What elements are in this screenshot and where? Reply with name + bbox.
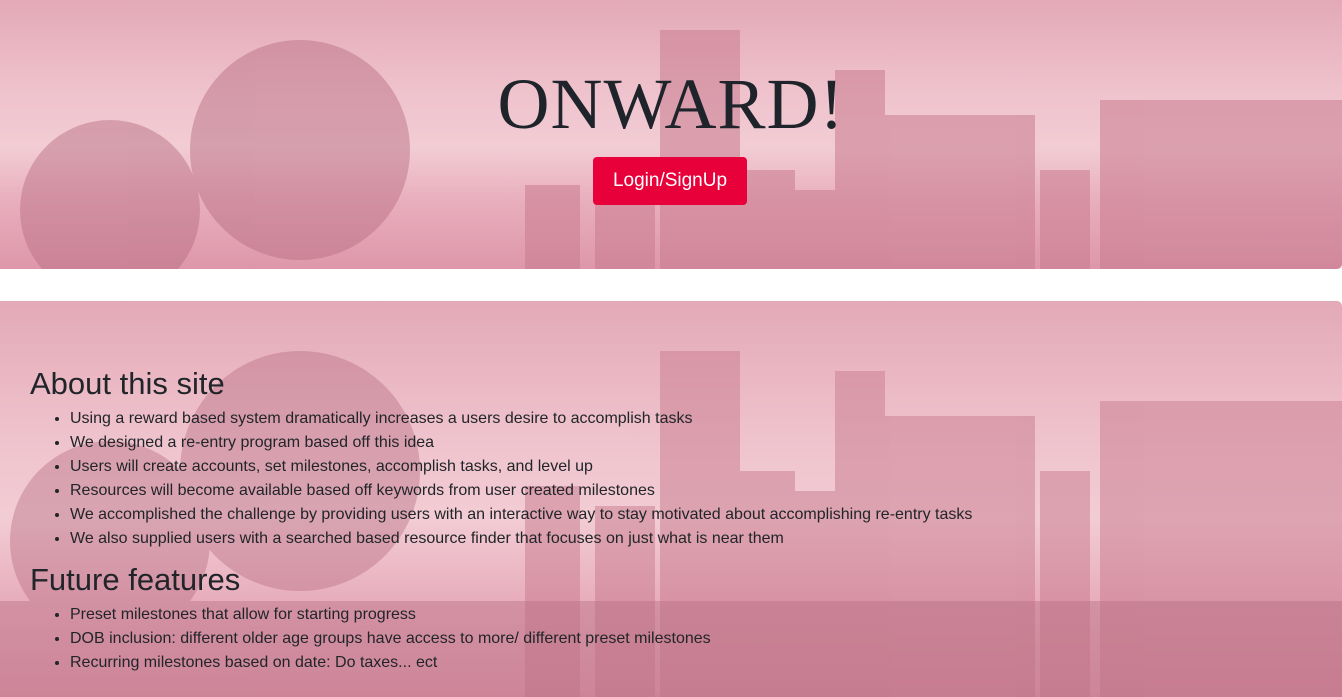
future-features-list: Preset milestones that allow for startin…: [30, 603, 1130, 675]
about-content: About this site Using a reward based sys…: [30, 365, 1130, 685]
future-features-heading: Future features: [30, 562, 241, 597]
list-item: We accomplished the challenge by providi…: [70, 503, 1130, 527]
about-heading: About this site: [30, 366, 225, 401]
about-section: About this site Using a reward based sys…: [0, 301, 1342, 697]
about-list: Using a reward based system dramatically…: [30, 407, 1130, 551]
list-item: Users will create accounts, set mileston…: [70, 455, 1130, 479]
list-item: Preset milestones that allow for startin…: [70, 603, 1130, 627]
page-title: ONWARD!: [497, 64, 845, 144]
list-item: DOB inclusion: different older age group…: [70, 627, 1130, 651]
list-item: Recurring milestones based on date: Do t…: [70, 651, 1130, 675]
login-signup-button[interactable]: Login/SignUp: [593, 157, 747, 205]
list-item: Using a reward based system dramatically…: [70, 407, 1130, 431]
list-item: Resources will become available based of…: [70, 479, 1130, 503]
list-item: We also supplied users with a searched b…: [70, 527, 1130, 551]
list-item: We designed a re-entry program based off…: [70, 431, 1130, 455]
hero-banner: ONWARD! Login/SignUp: [0, 0, 1342, 269]
